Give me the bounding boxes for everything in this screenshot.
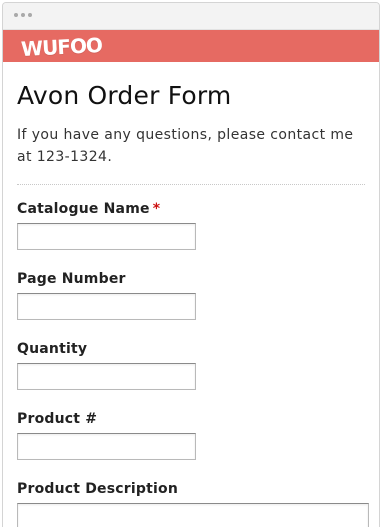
page-number-label: Page Number (17, 271, 126, 287)
quantity-label: Quantity (17, 341, 88, 357)
catalogue-name-input[interactable] (17, 223, 196, 250)
product-number-input[interactable] (17, 433, 196, 460)
form-title: Avon Order Form (17, 81, 232, 110)
catalogue-name-label: Catalogue Name * (17, 201, 365, 218)
window-dots-icon (14, 13, 32, 17)
catalogue-name-label-text: Catalogue Name (17, 201, 150, 217)
product-description-label: Product Description (17, 481, 178, 497)
brand-header: WUFOO (3, 30, 379, 62)
field-page-number: Page Number (17, 271, 365, 320)
page-number-input[interactable] (17, 293, 196, 320)
wufoo-logo[interactable]: WUFOO (20, 33, 102, 61)
form-description: If you have any questions, please contac… (17, 127, 354, 165)
browser-frame: WUFOO Avon Order Form If you have any qu… (2, 2, 380, 527)
field-product-number: Product # (17, 411, 365, 460)
product-number-label: Product # (17, 411, 98, 427)
field-quantity: Quantity (17, 341, 365, 390)
field-product-description: Product Description (17, 481, 369, 527)
field-catalogue-name: Catalogue Name * (17, 201, 365, 250)
section-divider (17, 184, 365, 185)
product-description-input[interactable] (17, 503, 369, 527)
window-chrome (3, 3, 379, 30)
form-container: Avon Order Form If you have any question… (3, 81, 379, 527)
quantity-input[interactable] (17, 363, 196, 390)
required-marker: * (152, 201, 161, 217)
